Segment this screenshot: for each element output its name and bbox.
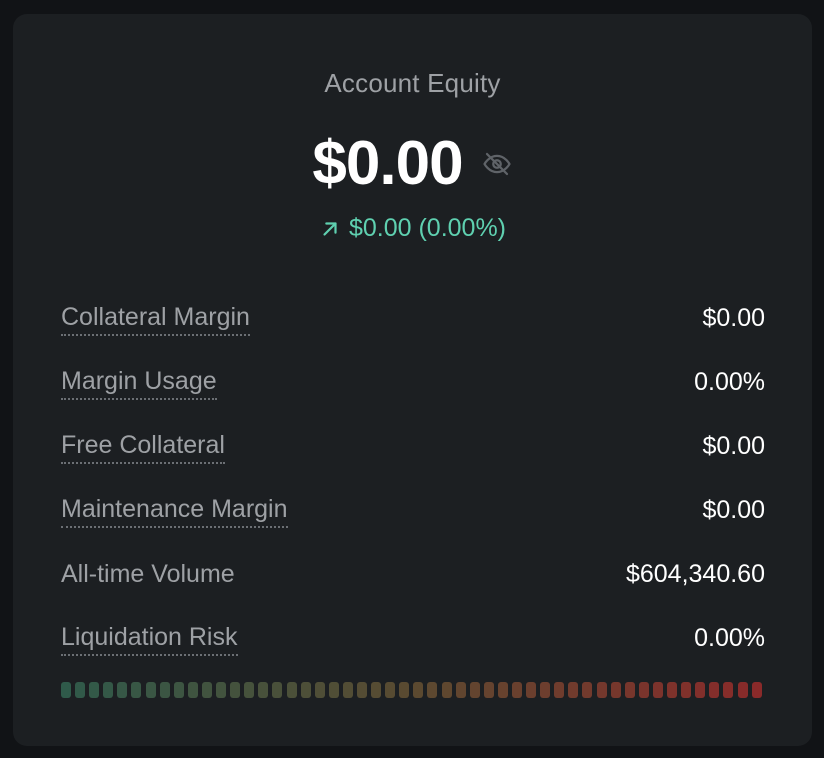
risk-meter-segment	[723, 682, 734, 698]
risk-meter-segment	[497, 682, 508, 698]
stats-list: Collateral Margin $0.00 Margin Usage 0.0…	[61, 286, 765, 670]
risk-meter-segment	[441, 682, 452, 698]
risk-meter-segment	[638, 682, 649, 698]
risk-meter-segment	[455, 682, 466, 698]
risk-meter-segment	[173, 682, 184, 698]
risk-meter-segment	[526, 682, 537, 698]
risk-meter-segment	[230, 682, 241, 698]
stat-row-all-time-volume: All-time Volume $604,340.60	[61, 542, 765, 606]
risk-meter-segment	[272, 682, 283, 698]
stat-value: $0.00	[702, 495, 765, 524]
stat-value: 0.00%	[694, 623, 765, 652]
risk-meter-segment	[568, 682, 579, 698]
risk-meter-segment	[314, 682, 325, 698]
stat-row-maintenance-margin: Maintenance Margin $0.00	[61, 478, 765, 542]
risk-meter-segment	[652, 682, 663, 698]
risk-meter-segment	[596, 682, 607, 698]
stat-label: All-time Volume	[61, 560, 235, 588]
stat-row-collateral-margin: Collateral Margin $0.00	[61, 286, 765, 350]
risk-meter-segment	[610, 682, 621, 698]
card-title: Account Equity	[324, 68, 501, 98]
risk-meter-segment	[89, 682, 100, 698]
stat-value: $0.00	[702, 303, 765, 332]
risk-meter-segment	[667, 682, 678, 698]
risk-meter-segment	[216, 682, 227, 698]
risk-meter-segment	[709, 682, 720, 698]
risk-meter-segment	[159, 682, 170, 698]
risk-meter-segment	[512, 682, 522, 698]
equity-change-value: $0.00 (0.00%)	[348, 214, 507, 242]
stat-value: $604,340.60	[625, 559, 765, 588]
risk-meter-segment	[244, 682, 255, 698]
equity-value: $0.00	[312, 129, 463, 198]
account-equity-card: Account Equity $0.00 $0.00 (0.00%) Colla…	[13, 14, 812, 746]
risk-meter-segment	[75, 682, 86, 698]
liquidation-risk-meter	[61, 682, 762, 698]
risk-meter-segment	[61, 682, 71, 698]
risk-meter-segment	[356, 682, 367, 698]
risk-meter-segment	[328, 682, 339, 698]
stat-row-free-collateral: Free Collateral $0.00	[61, 414, 765, 478]
risk-meter-segment	[145, 682, 156, 698]
risk-meter-segment	[371, 682, 382, 698]
eye-off-icon[interactable]	[481, 148, 513, 180]
risk-meter-segment	[540, 682, 551, 698]
stat-label[interactable]: Collateral Margin	[61, 300, 250, 336]
risk-meter-segment	[300, 682, 311, 698]
risk-meter-segment	[385, 682, 396, 698]
risk-meter-segment	[469, 682, 480, 698]
risk-meter-segment	[187, 682, 198, 698]
equity-change: $0.00 (0.00%)	[13, 214, 812, 243]
risk-meter-segment	[286, 682, 297, 698]
stat-value: $0.00	[702, 431, 765, 460]
risk-meter-segment	[737, 682, 748, 698]
risk-meter-segment	[413, 682, 424, 698]
risk-meter-segment	[342, 682, 353, 698]
risk-meter-segment	[258, 682, 269, 698]
stat-row-liquidation-risk: Liquidation Risk 0.00%	[61, 606, 765, 670]
risk-meter-segment	[427, 682, 438, 698]
risk-meter-segment	[554, 682, 565, 698]
arrow-up-right-icon	[319, 218, 341, 240]
risk-meter-segment	[201, 682, 212, 698]
risk-meter-segment	[624, 682, 635, 698]
risk-meter-segment	[695, 682, 706, 698]
risk-meter-segment	[117, 682, 128, 698]
risk-meter-segment	[483, 682, 494, 698]
risk-meter-segment	[681, 682, 692, 698]
equity-row: $0.00	[13, 129, 812, 199]
risk-meter-segment	[399, 682, 410, 698]
stat-value: 0.00%	[694, 367, 765, 396]
stat-label[interactable]: Liquidation Risk	[61, 620, 238, 656]
stat-row-margin-usage: Margin Usage 0.00%	[61, 350, 765, 414]
risk-meter-segment	[131, 682, 142, 698]
risk-meter-segment	[582, 682, 593, 698]
stat-label[interactable]: Free Collateral	[61, 428, 225, 464]
risk-meter-segment	[103, 682, 114, 698]
stat-label[interactable]: Margin Usage	[61, 364, 217, 400]
stat-label[interactable]: Maintenance Margin	[61, 492, 288, 528]
risk-meter-segment	[751, 682, 762, 698]
